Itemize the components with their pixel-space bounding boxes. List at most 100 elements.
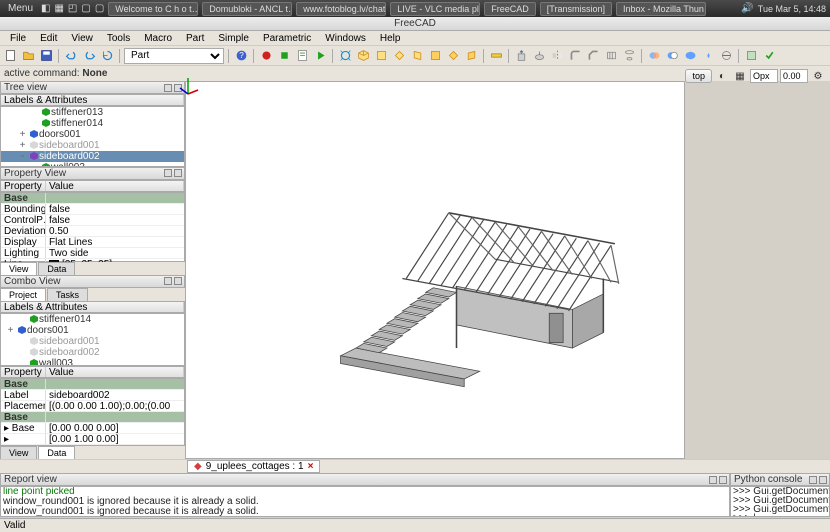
combo-property-table[interactable]: Base Labelsideboard002 Placement[(0.00 0…: [0, 378, 185, 446]
axonometric-icon[interactable]: [355, 48, 371, 64]
top-button[interactable]: top: [685, 69, 712, 83]
left-view-icon[interactable]: [463, 48, 479, 64]
right-view-icon[interactable]: [409, 48, 425, 64]
report-view[interactable]: line point pickedwindow_round001 is igno…: [0, 486, 730, 517]
workspace-icon[interactable]: ▢: [81, 3, 90, 14]
expand-icon[interactable]: +: [17, 129, 28, 140]
cut-icon[interactable]: [664, 48, 680, 64]
tree-item[interactable]: stiffener014: [1, 314, 184, 325]
app-menu[interactable]: Menu: [4, 3, 37, 14]
menu-part[interactable]: Part: [180, 33, 210, 44]
settings-icon[interactable]: ⚙: [810, 68, 826, 84]
tree-item[interactable]: +doors001: [1, 129, 184, 140]
panel-icon[interactable]: ◰: [68, 3, 77, 14]
combo-tree[interactable]: stiffener014+doors001sideboard001sideboa…: [0, 313, 185, 366]
stop-macro-icon[interactable]: [276, 48, 292, 64]
undock-icon[interactable]: [164, 84, 172, 92]
python-console[interactable]: >>> Gui.getDocument("__uplees_cotta>>> G…: [730, 486, 830, 517]
common-icon[interactable]: [700, 48, 716, 64]
undock-icon[interactable]: [709, 476, 717, 484]
tree-view[interactable]: stiffener013stiffener014+doors001+sidebo…: [0, 106, 185, 167]
menu-view[interactable]: View: [65, 33, 99, 44]
refresh-icon[interactable]: [99, 48, 115, 64]
property-row[interactable]: ▸ Normal[0.00 1.00 0.00]: [1, 434, 184, 445]
tab-project[interactable]: Project: [0, 288, 46, 301]
chamfer-icon[interactable]: [585, 48, 601, 64]
task-button[interactable]: FreeCAD: [484, 2, 536, 16]
grid-icon[interactable]: ▦: [732, 68, 748, 84]
tree-item[interactable]: +sideboard001: [1, 140, 184, 151]
undock-icon[interactable]: [164, 169, 172, 177]
tab-view[interactable]: View: [0, 446, 37, 459]
property-row[interactable]: Labelsideboard002: [1, 390, 184, 401]
tree-item[interactable]: +doors001: [1, 325, 184, 336]
close-icon[interactable]: [819, 476, 827, 484]
tree-item[interactable]: sideboard002: [1, 347, 184, 358]
close-tab-icon[interactable]: ×: [308, 461, 314, 472]
tree-item[interactable]: stiffener014: [1, 118, 184, 129]
tab-data[interactable]: Data: [38, 446, 75, 459]
property-row[interactable]: Deviation0.50: [1, 226, 184, 237]
document-tab[interactable]: ◆ 9_uplees_cottages : 1 ×: [187, 460, 320, 473]
menu-help[interactable]: Help: [374, 33, 407, 44]
property-row[interactable]: ControlP…false: [1, 215, 184, 226]
fuse-icon[interactable]: [682, 48, 698, 64]
property-row[interactable]: Display M…Flat Lines: [1, 237, 184, 248]
new-icon[interactable]: [2, 48, 18, 64]
record-macro-icon[interactable]: [258, 48, 274, 64]
undock-icon[interactable]: [164, 277, 172, 285]
revolve-icon[interactable]: [531, 48, 547, 64]
measure-icon[interactable]: [488, 48, 504, 64]
menu-edit[interactable]: Edit: [34, 33, 63, 44]
make-face-icon[interactable]: [743, 48, 759, 64]
workbench-select[interactable]: Part: [124, 48, 224, 64]
task-button[interactable]: Domubloki - ANCL t…: [202, 2, 292, 16]
property-table[interactable]: BaseBounding…falseControlP…falseDeviatio…: [0, 192, 185, 262]
property-row[interactable]: Placement[(0.00 0.00 1.00);0.00;(0.00 2,…: [1, 401, 184, 412]
execute-macro-icon[interactable]: [312, 48, 328, 64]
toggle-icon[interactable]: ◐: [714, 68, 730, 84]
undock-icon[interactable]: [809, 476, 817, 484]
loft-icon[interactable]: [621, 48, 637, 64]
menu-tools[interactable]: Tools: [101, 33, 136, 44]
section-icon[interactable]: [718, 48, 734, 64]
panel-icon[interactable]: ◧: [41, 3, 50, 14]
check-geometry-icon[interactable]: [761, 48, 777, 64]
undo-icon[interactable]: [63, 48, 79, 64]
fit-all-icon[interactable]: [337, 48, 353, 64]
open-icon[interactable]: [20, 48, 36, 64]
workspace-icon[interactable]: ▢: [95, 3, 104, 14]
tab-view[interactable]: View: [0, 262, 37, 275]
tree-item[interactable]: -sideboard002: [1, 151, 184, 162]
opx-field[interactable]: [750, 69, 778, 83]
redo-icon[interactable]: [81, 48, 97, 64]
task-button[interactable]: Welcome to C h o t…: [108, 2, 198, 16]
3d-viewport[interactable]: [185, 81, 685, 459]
property-row[interactable]: Bounding…false: [1, 204, 184, 215]
boolean-icon[interactable]: [646, 48, 662, 64]
save-icon[interactable]: [38, 48, 54, 64]
ruled-surface-icon[interactable]: [603, 48, 619, 64]
fillet-icon[interactable]: [567, 48, 583, 64]
tab-tasks[interactable]: Tasks: [47, 288, 88, 301]
task-button[interactable]: www.fotoblog.lv/chat…: [296, 2, 386, 16]
menu-parametric[interactable]: Parametric: [257, 33, 317, 44]
extrude-icon[interactable]: [513, 48, 529, 64]
tray-icon[interactable]: 🔊: [741, 3, 753, 14]
macros-icon[interactable]: [294, 48, 310, 64]
help-icon[interactable]: ?: [233, 48, 249, 64]
tree-item[interactable]: sideboard001: [1, 336, 184, 347]
front-view-icon[interactable]: [373, 48, 389, 64]
tree-item[interactable]: wall003: [1, 358, 184, 366]
tab-data[interactable]: Data: [38, 262, 75, 275]
menu-simple[interactable]: Simple: [212, 33, 255, 44]
top-view-icon[interactable]: [391, 48, 407, 64]
task-button[interactable]: LIVE - VLC media pl…: [390, 2, 480, 16]
tree-item[interactable]: stiffener013: [1, 107, 184, 118]
bottom-view-icon[interactable]: [445, 48, 461, 64]
menu-macro[interactable]: Macro: [138, 33, 178, 44]
menu-file[interactable]: File: [4, 33, 32, 44]
mirror-icon[interactable]: [549, 48, 565, 64]
panel-icon[interactable]: ▦: [54, 3, 63, 14]
expand-icon[interactable]: +: [5, 325, 16, 336]
